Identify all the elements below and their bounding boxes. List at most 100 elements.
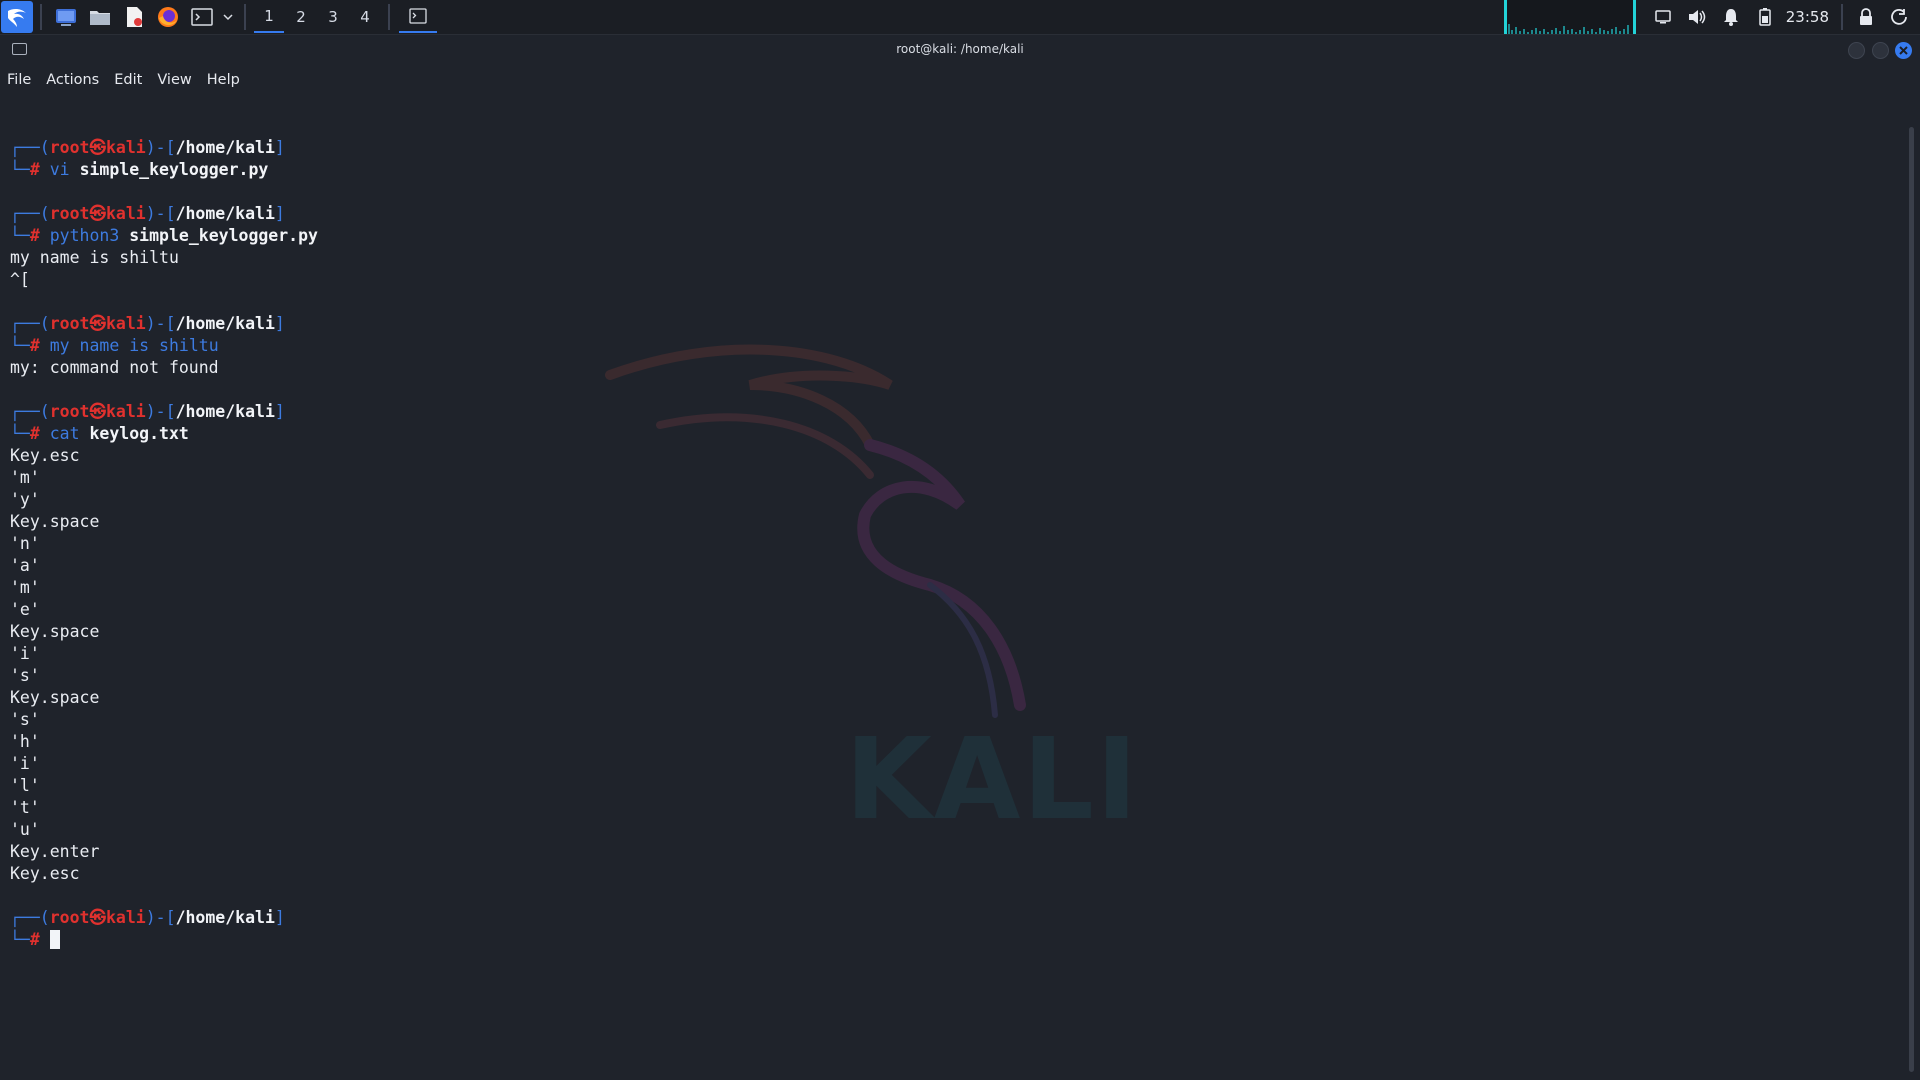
prompt-bracket: └─ bbox=[10, 160, 30, 179]
prompt-user: root bbox=[49, 908, 90, 927]
volume-icon[interactable] bbox=[1685, 5, 1709, 29]
prompt-at-symbol: ㉿ bbox=[89, 138, 107, 157]
output-line: 'e' bbox=[10, 600, 40, 619]
prompt-line: ┌──(root㉿kali)-[/home/kali] bbox=[10, 137, 1890, 159]
command-argument: keylog.txt bbox=[89, 424, 189, 443]
output-line: Key.enter bbox=[10, 842, 100, 861]
terminal-output[interactable]: ┌──(root㉿kali)-[/home/kali] └─# vi simple… bbox=[10, 115, 1890, 1075]
clock[interactable]: 23:58 bbox=[1786, 8, 1829, 26]
workspace-4[interactable]: 4 bbox=[350, 1, 380, 33]
command-name: cat bbox=[49, 424, 80, 443]
prompt-bracket: )-[ bbox=[145, 402, 176, 421]
prompt-host: kali bbox=[106, 314, 146, 333]
prompt-bracket: ] bbox=[274, 138, 285, 157]
taskbar-left: 1 2 3 4 bbox=[0, 0, 437, 34]
prompt-bracket: ] bbox=[274, 402, 285, 421]
terminal-icon bbox=[409, 8, 427, 24]
prompt-path: /home/kali bbox=[175, 314, 275, 333]
output-line: 'u' bbox=[10, 820, 40, 839]
prompt-bracket: ┌──( bbox=[10, 314, 50, 333]
window-title: root@kali: /home/kali bbox=[896, 42, 1024, 56]
prompt-path: /home/kali bbox=[175, 402, 275, 421]
output-line: 'l' bbox=[10, 776, 40, 795]
output-line: my name is shiltu bbox=[10, 248, 179, 267]
prompt-hash: # bbox=[29, 424, 40, 443]
minimize-button[interactable] bbox=[1848, 42, 1865, 59]
taskbar: 1 2 3 4 23:58 bbox=[0, 0, 1920, 35]
menu-edit[interactable]: Edit bbox=[107, 72, 150, 88]
prompt-bracket: ┌──( bbox=[10, 402, 50, 421]
command-line: └─# bbox=[10, 929, 1890, 951]
output-line: 's' bbox=[10, 666, 40, 685]
prompt-bracket: )-[ bbox=[145, 204, 176, 223]
prompt-line: ┌──(root㉿kali)-[/home/kali] bbox=[10, 203, 1890, 225]
output-line: 'i' bbox=[10, 644, 40, 663]
desktop-icon[interactable] bbox=[53, 4, 79, 30]
firefox-icon[interactable] bbox=[155, 4, 181, 30]
output-line: 'm' bbox=[10, 578, 40, 597]
text-editor-icon[interactable] bbox=[121, 4, 147, 30]
lock-icon[interactable] bbox=[1854, 5, 1878, 29]
workspace-3[interactable]: 3 bbox=[318, 1, 348, 33]
prompt-bracket: └─ bbox=[10, 930, 30, 949]
prompt-line: ┌──(root㉿kali)-[/home/kali] bbox=[10, 907, 1890, 929]
maximize-button[interactable] bbox=[1872, 42, 1889, 59]
command-line: └─# python3 simple_keylogger.py bbox=[10, 225, 1890, 247]
command-line: └─# cat keylog.txt bbox=[10, 423, 1890, 445]
workspace-1[interactable]: 1 bbox=[254, 1, 284, 33]
output-line: ^[ bbox=[10, 270, 30, 289]
power-icon[interactable] bbox=[1888, 5, 1912, 29]
command-line: └─# vi simple_keylogger.py bbox=[10, 159, 1890, 181]
menubar: File Actions Edit View Help bbox=[0, 65, 1920, 95]
menu-help[interactable]: Help bbox=[200, 72, 248, 88]
prompt-host: kali bbox=[106, 402, 146, 421]
taskbar-terminal-window-button[interactable] bbox=[399, 1, 437, 33]
prompt-path: /home/kali bbox=[175, 908, 275, 927]
taskbar-separator bbox=[244, 4, 246, 30]
command-line: └─# my name is shiltu bbox=[10, 335, 1890, 357]
menu-file[interactable]: File bbox=[0, 72, 39, 88]
output-line: 'a' bbox=[10, 556, 40, 575]
terminal-scrollbar[interactable] bbox=[1909, 127, 1914, 1072]
notification-bell-icon[interactable] bbox=[1719, 5, 1743, 29]
prompt-at-symbol: ㉿ bbox=[89, 908, 107, 927]
kali-menu-button[interactable] bbox=[1, 1, 33, 33]
prompt-hash: # bbox=[29, 930, 40, 949]
close-button[interactable] bbox=[1895, 42, 1912, 59]
menu-actions[interactable]: Actions bbox=[39, 72, 107, 88]
menu-view[interactable]: View bbox=[150, 72, 199, 88]
output-line: 'i' bbox=[10, 754, 40, 773]
output-line: Key.esc bbox=[10, 864, 80, 883]
battery-icon[interactable] bbox=[1753, 5, 1777, 29]
command-name: vi bbox=[49, 160, 70, 179]
prompt-host: kali bbox=[106, 138, 146, 157]
output-line: Key.space bbox=[10, 688, 100, 707]
prompt-at-symbol: ㉿ bbox=[89, 314, 107, 333]
prompt-host: kali bbox=[106, 908, 146, 927]
taskbar-separator bbox=[40, 4, 42, 30]
window-titlebar[interactable]: root@kali: /home/kali bbox=[0, 35, 1920, 65]
kali-dragon-icon bbox=[8, 8, 26, 27]
prompt-bracket: )-[ bbox=[145, 908, 176, 927]
text-cursor bbox=[49, 930, 60, 949]
file-manager-icon[interactable] bbox=[87, 4, 113, 30]
prompt-at-symbol: ㉿ bbox=[89, 204, 107, 223]
prompt-bracket: )-[ bbox=[145, 138, 176, 157]
prompt-path: /home/kali bbox=[175, 138, 275, 157]
prompt-hash: # bbox=[29, 336, 40, 355]
display-icon[interactable] bbox=[1651, 5, 1675, 29]
workspace-2[interactable]: 2 bbox=[286, 1, 316, 33]
prompt-bracket: └─ bbox=[10, 424, 30, 443]
prompt-hash: # bbox=[29, 160, 40, 179]
chevron-down-icon[interactable] bbox=[221, 4, 235, 30]
output-line: my: command not found bbox=[10, 358, 219, 377]
command-name: my name is shiltu bbox=[49, 336, 219, 355]
prompt-at-symbol: ㉿ bbox=[89, 402, 107, 421]
terminal-icon[interactable] bbox=[189, 4, 215, 30]
prompt-hash: # bbox=[29, 226, 40, 245]
close-icon bbox=[1899, 46, 1908, 55]
cpu-usage-graph[interactable] bbox=[1503, 0, 1636, 34]
